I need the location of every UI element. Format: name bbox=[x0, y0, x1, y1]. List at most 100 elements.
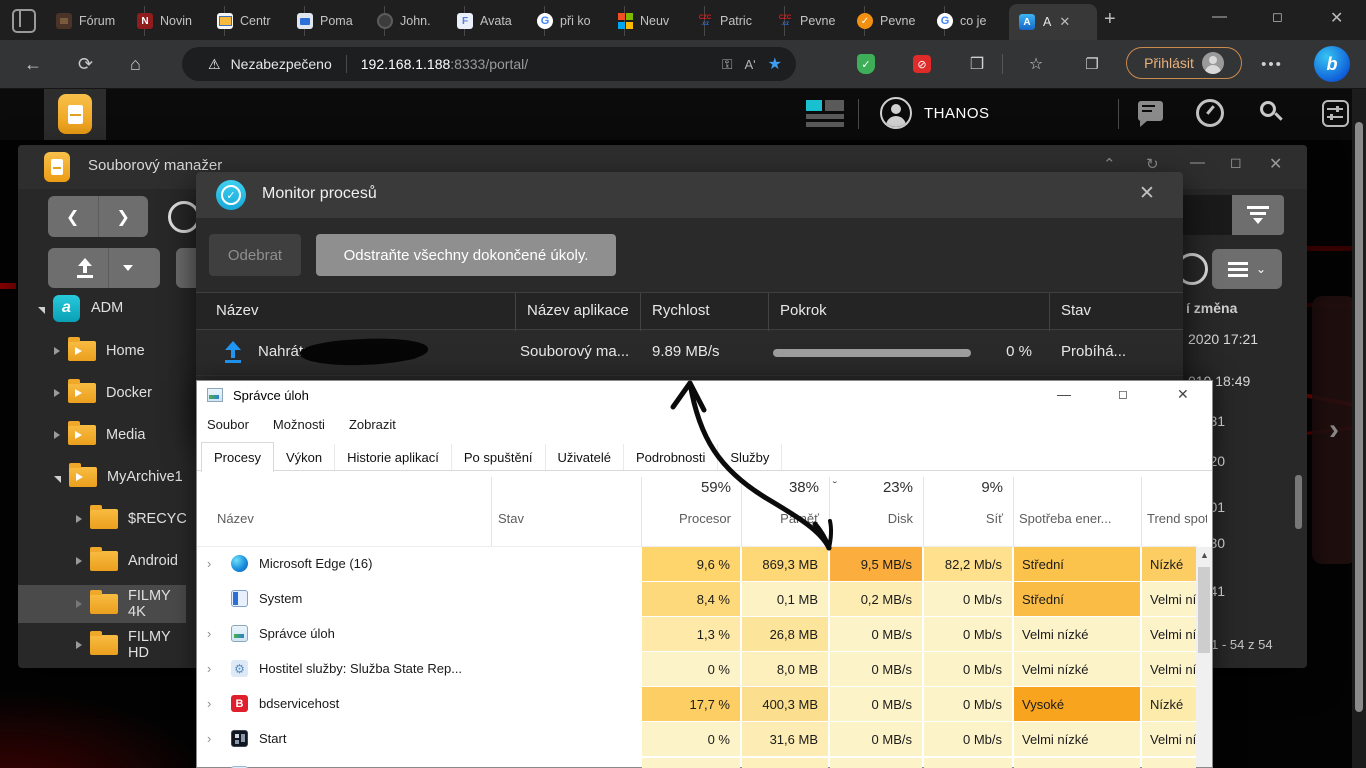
back-forward-group[interactable]: ❮ ❯ bbox=[48, 196, 148, 237]
upload-split-button[interactable] bbox=[48, 248, 160, 288]
wallpaper-next-panel[interactable]: › bbox=[1312, 296, 1356, 564]
page-scrollbar[interactable] bbox=[1352, 88, 1366, 768]
bing-button[interactable]: b bbox=[1314, 46, 1350, 82]
remove-all-button[interactable]: Odstraňte všechny dokončené úkoly. bbox=[316, 234, 616, 276]
menu-moznosti[interactable]: Možnosti bbox=[273, 417, 325, 432]
pin-icon[interactable]: ⌃ bbox=[1103, 155, 1116, 173]
notifications-icon[interactable] bbox=[1138, 101, 1163, 121]
collapsed-icon[interactable] bbox=[76, 557, 82, 565]
expand-chevron-icon[interactable]: › bbox=[207, 731, 211, 746]
tree-item-filmyhd[interactable]: FILMY HD bbox=[18, 627, 186, 663]
expand-chevron-icon[interactable]: › bbox=[207, 556, 211, 571]
signin-button[interactable]: Přihlásit bbox=[1126, 47, 1242, 79]
scroll-thumb[interactable] bbox=[1198, 567, 1210, 653]
tab-historie[interactable]: Historie aplikací bbox=[335, 444, 452, 470]
tree-item-myarchive1[interactable]: MyArchive1 bbox=[18, 459, 186, 495]
col-speed[interactable]: Rychlost bbox=[652, 302, 710, 319]
refresh-icon[interactable]: ↻ bbox=[1146, 155, 1159, 173]
window-switcher-icon[interactable] bbox=[806, 100, 844, 128]
tree-item-adm[interactable]: a ADM bbox=[18, 290, 186, 326]
tab-uzivatele[interactable]: Uživatelé bbox=[546, 444, 624, 470]
collapsed-icon[interactable] bbox=[76, 515, 82, 523]
home-button[interactable]: ⌂ bbox=[130, 52, 141, 76]
tab-vykon[interactable]: Výkon bbox=[274, 444, 335, 470]
collapsed-icon[interactable] bbox=[54, 389, 60, 397]
back-button[interactable]: ← bbox=[24, 52, 42, 76]
address-bar[interactable]: ⚠ Nezabezpečeno 192.168.1.188:8333/porta… bbox=[182, 47, 796, 81]
window-minimize-button[interactable]: — bbox=[1212, 8, 1227, 25]
window-close-button[interactable]: ✕ bbox=[1330, 8, 1343, 28]
expand-chevron-icon[interactable]: › bbox=[207, 661, 211, 676]
column-header-last-change[interactable]: í změna bbox=[1186, 300, 1237, 316]
file-manager-taskbar-tile[interactable] bbox=[44, 88, 106, 140]
col-status[interactable]: Stav bbox=[1061, 302, 1091, 319]
collapsed-icon[interactable] bbox=[54, 431, 60, 439]
col-status-label[interactable]: Stav bbox=[498, 511, 598, 531]
col-trend-label[interactable]: Trend spotř bbox=[1147, 511, 1207, 531]
page-scroll-thumb[interactable] bbox=[1355, 122, 1363, 712]
expanded-icon[interactable] bbox=[54, 476, 61, 483]
menu-zobrazit[interactable]: Zobrazit bbox=[349, 417, 396, 432]
scroll-up-icon[interactable]: ▲ bbox=[1200, 550, 1209, 560]
col-app[interactable]: Název aplikace bbox=[527, 302, 629, 319]
more-menu-icon[interactable]: ••• bbox=[1258, 50, 1286, 78]
back-icon[interactable]: ❮ bbox=[48, 207, 98, 227]
collapsed-icon[interactable] bbox=[54, 347, 60, 355]
refresh-button[interactable]: ⟳ bbox=[78, 52, 93, 76]
adguard-shield-icon[interactable]: ✓ bbox=[852, 50, 880, 78]
tab-pospusteni[interactable]: Po spuštění bbox=[452, 444, 546, 470]
expand-chevron-icon[interactable]: › bbox=[207, 696, 211, 711]
search-filter-button[interactable] bbox=[1232, 195, 1284, 235]
task-row[interactable]: Nahrát: Souborový ma... 9.89 MB/s 0 % Pr… bbox=[196, 330, 1183, 376]
tab-procesy[interactable]: Procesy bbox=[201, 442, 274, 472]
tm-titlebar[interactable]: Správce úloh — ◻ ✕ bbox=[197, 381, 1212, 411]
favorites-icon[interactable]: ☆ bbox=[1022, 50, 1050, 78]
username-label[interactable]: THANOS bbox=[924, 105, 990, 122]
col-network-label[interactable]: Síť bbox=[924, 511, 1003, 531]
col-cpu-label[interactable]: Procesor bbox=[642, 511, 731, 531]
tm-close-icon[interactable]: ✕ bbox=[1177, 386, 1189, 403]
menu-soubor[interactable]: Soubor bbox=[207, 417, 249, 432]
process-row-taskmgr[interactable]: › Správce úloh 1,3 % 26,8 MB 0 MB/s 0 Mb… bbox=[197, 617, 1197, 652]
forward-icon[interactable]: ❯ bbox=[99, 207, 149, 227]
process-row-system[interactable]: System 8,4 % 0,1 MB 0,2 MB/s 0 Mb/s Stře… bbox=[197, 582, 1197, 617]
minimize-icon[interactable]: — bbox=[1190, 154, 1205, 171]
tree-item-media[interactable]: Media bbox=[18, 417, 186, 453]
tree-item-filmy4k[interactable]: FILMY 4K bbox=[18, 586, 186, 622]
window-maximize-button[interactable]: ◻ bbox=[1272, 9, 1283, 25]
file-list-scrollbar[interactable] bbox=[1295, 475, 1302, 529]
tab-close-icon[interactable]: ✕ bbox=[1059, 14, 1070, 30]
tm-minimize-icon[interactable]: — bbox=[1057, 386, 1071, 402]
tm-scrollbar[interactable]: ▲ bbox=[1196, 547, 1212, 767]
col-power-label[interactable]: Spotřeba ener... bbox=[1019, 511, 1137, 531]
close-icon[interactable]: ✕ bbox=[1269, 154, 1282, 174]
tree-item-docker[interactable]: Docker bbox=[18, 375, 186, 411]
adblock-icon[interactable]: ⊘ bbox=[908, 50, 936, 78]
collapsed-icon[interactable] bbox=[76, 600, 82, 608]
dialog-close-icon[interactable]: ✕ bbox=[1139, 182, 1155, 205]
user-avatar-icon[interactable] bbox=[880, 97, 912, 129]
col-name-label[interactable]: Název bbox=[217, 511, 317, 531]
tree-item-recycle[interactable]: $RECYCLE bbox=[18, 501, 186, 537]
process-row-partial[interactable] bbox=[197, 758, 1197, 768]
tab-sluzby[interactable]: Služby bbox=[718, 444, 782, 470]
workspaces-icon[interactable] bbox=[12, 9, 36, 33]
expanded-icon[interactable] bbox=[38, 307, 45, 314]
process-row-edge[interactable]: › Microsoft Edge (16) 9,6 % 869,3 MB 9,5… bbox=[197, 547, 1197, 582]
col-memory-label[interactable]: Paměť bbox=[742, 511, 819, 531]
preferences-sliders-icon[interactable] bbox=[1322, 100, 1349, 127]
col-disk-label[interactable]: Disk bbox=[830, 511, 913, 531]
maximize-icon[interactable]: ◻ bbox=[1230, 154, 1242, 171]
col-progress[interactable]: Pokrok bbox=[780, 302, 827, 319]
system-monitor-gauge-icon[interactable] bbox=[1196, 99, 1224, 127]
remove-button[interactable]: Odebrat bbox=[209, 234, 301, 276]
tree-item-home[interactable]: Home bbox=[18, 333, 186, 369]
tree-item-android[interactable]: Android bbox=[18, 543, 186, 579]
read-aloud-icon[interactable]: Aʹ bbox=[745, 57, 756, 72]
col-name[interactable]: Název bbox=[216, 302, 259, 319]
expand-chevron-icon[interactable]: › bbox=[207, 626, 211, 641]
tm-maximize-icon[interactable]: ◻ bbox=[1118, 387, 1128, 401]
tab-podrobnosti[interactable]: Podrobnosti bbox=[624, 444, 718, 470]
browser-tab-active[interactable]: A A ✕ bbox=[1009, 4, 1097, 40]
bookmark-star-icon[interactable]: ★ bbox=[768, 54, 782, 74]
